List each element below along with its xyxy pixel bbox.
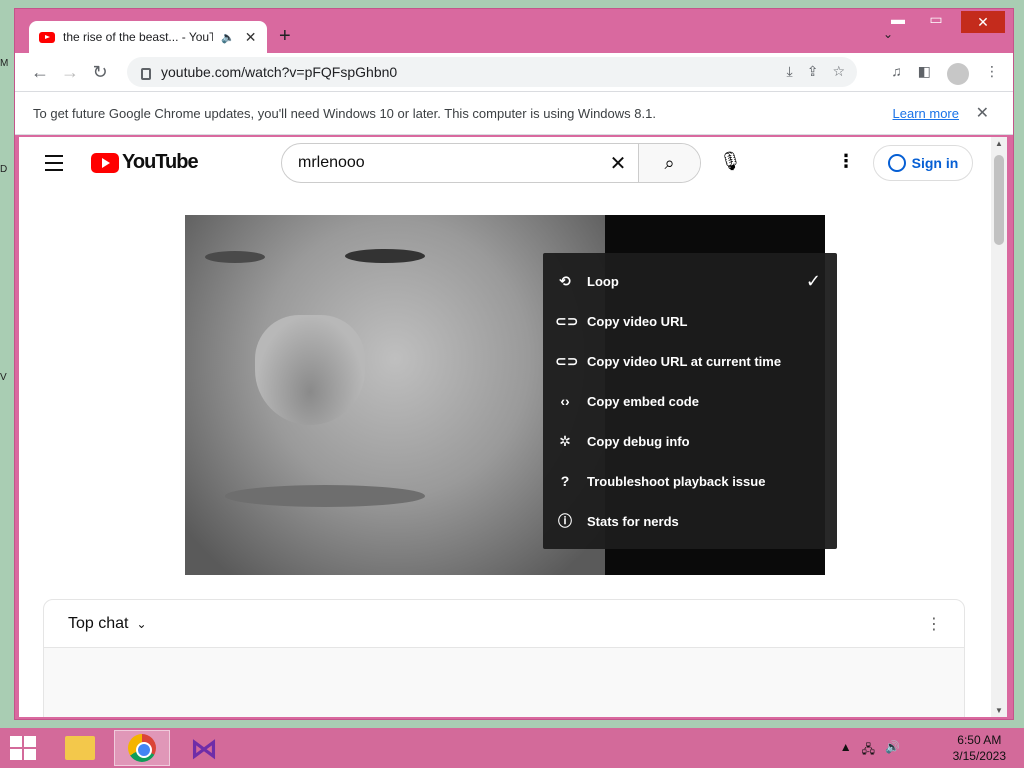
scrollbar-thumb[interactable]: [994, 155, 1004, 245]
lock-icon[interactable]: [141, 68, 151, 80]
youtube-play-icon: [91, 152, 119, 173]
forward-arrow-icon[interactable]: →: [55, 62, 85, 83]
youtube-favicon-icon: [39, 31, 55, 43]
chat-body: [44, 648, 964, 717]
desktop-icon-label[interactable]: M: [0, 58, 14, 69]
menu-item-copy-url[interactable]: ⊂⊃ Copy video URL: [543, 301, 837, 341]
clock[interactable]: 6:50 AM 3/15/2023: [953, 732, 1006, 764]
menu-item-label: Troubleshoot playback issue: [587, 473, 766, 489]
top-chat-dropdown[interactable]: Top chat: [68, 615, 128, 633]
chat-header: Top chat ⌄ ⋮: [44, 600, 964, 648]
search-input[interactable]: mrlenooo: [282, 154, 598, 172]
guide-menu-icon[interactable]: [45, 155, 63, 176]
visual-studio-icon: ⋈: [190, 732, 218, 764]
network-icon[interactable]: 🖧: [862, 740, 875, 761]
learn-more-link[interactable]: Learn more: [893, 106, 959, 121]
video-context-menu: ⟲ Loop ✓ ⊂⊃ Copy video URL ⊂⊃ Copy video…: [543, 253, 837, 549]
scroll-up-icon[interactable]: ▲: [995, 139, 1003, 148]
scroll-down-icon[interactable]: ▼: [995, 706, 1003, 715]
install-icon[interactable]: ⤓: [787, 63, 793, 79]
search-box: mrlenooo ✕ ⌕: [281, 143, 701, 183]
menu-item-stats[interactable]: ⓘ Stats for nerds: [543, 501, 837, 541]
youtube-page: YouTube mrlenooo ✕ ⌕ 🎙 ⋮ Sign in ⟲ Loop …: [19, 137, 991, 717]
tab-close-icon[interactable]: ✕: [245, 29, 257, 46]
settings-more-icon[interactable]: ⋮: [837, 151, 855, 172]
menu-item-label: Copy video URL at current time: [587, 353, 782, 369]
desktop-icon-label[interactable]: V: [0, 372, 14, 383]
bug-icon: ✲: [559, 432, 571, 449]
tab-search-chevron-icon[interactable]: ⌄: [883, 27, 893, 41]
taskbar: ⋈ ▲ 🖧 🔊 6:50 AM 3/15/2023: [0, 728, 1024, 768]
sign-in-button[interactable]: Sign in: [873, 145, 973, 181]
user-circle-icon: [887, 154, 906, 172]
reload-icon[interactable]: ↻: [85, 62, 115, 83]
system-tray: ▲ 🖧 🔊: [840, 740, 900, 761]
new-tab-button[interactable]: +: [279, 25, 291, 48]
tray-expand-icon[interactable]: ▲: [840, 740, 852, 761]
menu-item-loop[interactable]: ⟲ Loop ✓: [543, 261, 837, 301]
chrome-taskbar-button[interactable]: [114, 730, 170, 766]
clock-date: 3/15/2023: [952, 749, 1006, 763]
bookmark-star-icon[interactable]: ☆: [832, 63, 845, 79]
clock-time: 6:50 AM: [957, 733, 1002, 747]
live-chat-panel: Top chat ⌄ ⋮: [43, 599, 965, 717]
toolbar-right: ♫ ◧ ⋮: [891, 63, 999, 85]
link-icon: ⊂⊃: [555, 312, 579, 329]
browser-toolbar: ← → ↻ youtube.com/watch?v=pFQFspGhbn0 ⤓ ⇪…: [15, 53, 1013, 91]
desktop-icon-label[interactable]: D: [0, 164, 14, 175]
help-icon: ?: [560, 473, 570, 489]
microphone-icon[interactable]: 🎙: [719, 151, 742, 172]
menu-item-copy-debug[interactable]: ✲ Copy debug info: [543, 421, 837, 461]
media-controls-icon[interactable]: ♫: [891, 63, 902, 85]
loop-icon: ⟲: [559, 272, 571, 289]
url-text[interactable]: youtube.com/watch?v=pFQFspGhbn0: [161, 64, 397, 80]
minimize-button[interactable]: ▬: [883, 11, 913, 27]
menu-item-label: Copy debug info: [587, 433, 690, 449]
folder-icon: [65, 736, 95, 760]
sign-in-label: Sign in: [911, 155, 959, 171]
menu-item-label: Copy embed code: [587, 393, 699, 409]
tab-title: the rise of the beast... - YouT: [63, 30, 213, 44]
share-icon[interactable]: ⇪: [807, 63, 819, 79]
chrome-window: the rise of the beast... - YouT 🔈 ✕ + ⌄ …: [14, 8, 1014, 720]
menu-item-troubleshoot[interactable]: ? Troubleshoot playback issue: [543, 461, 837, 501]
volume-icon[interactable]: 🔊: [885, 740, 900, 761]
tab-strip: the rise of the beast... - YouT 🔈 ✕ + ⌄ …: [15, 9, 1013, 53]
menu-item-label: Loop: [587, 273, 619, 289]
youtube-logo-text: YouTube: [122, 151, 199, 173]
code-icon: ‹›: [560, 393, 570, 409]
menu-item-copy-embed[interactable]: ‹› Copy embed code: [543, 381, 837, 421]
menu-item-label: Stats for nerds: [587, 513, 679, 529]
omnibox-actions: ⤓ ⇪ ☆: [773, 63, 846, 80]
back-arrow-icon[interactable]: ←: [25, 62, 55, 83]
chrome-menu-icon[interactable]: ⋮: [985, 63, 999, 85]
maximize-button[interactable]: ▭: [921, 11, 951, 28]
youtube-logo[interactable]: YouTube: [91, 151, 199, 174]
menu-item-label: Copy video URL: [587, 313, 688, 329]
speaker-icon[interactable]: 🔈: [221, 31, 235, 44]
file-explorer-button[interactable]: [52, 730, 108, 766]
page-scrollbar[interactable]: ▲ ▼: [991, 137, 1007, 717]
visual-studio-button[interactable]: ⋈: [176, 730, 232, 766]
start-button[interactable]: [10, 736, 36, 760]
search-button[interactable]: ⌕: [638, 144, 700, 182]
chrome-icon: [128, 734, 156, 762]
checkmark-icon: ✓: [805, 270, 821, 291]
close-window-button[interactable]: ✕: [961, 11, 1005, 33]
clear-search-icon[interactable]: ✕: [598, 151, 638, 176]
profile-avatar-icon[interactable]: [947, 63, 969, 85]
update-infobar: To get future Google Chrome updates, you…: [15, 91, 1013, 135]
side-panel-icon[interactable]: ◧: [918, 63, 931, 85]
info-icon: ⓘ: [558, 513, 572, 529]
chevron-down-icon[interactable]: ⌄: [136, 617, 146, 631]
link-icon: ⊂⊃: [555, 352, 579, 369]
browser-tab[interactable]: the rise of the beast... - YouT 🔈 ✕: [29, 21, 267, 53]
chat-more-icon[interactable]: ⋮: [926, 614, 942, 634]
infobar-close-icon[interactable]: ✕: [976, 103, 989, 123]
infobar-message: To get future Google Chrome updates, you…: [33, 105, 656, 121]
video-frame: [185, 215, 605, 575]
menu-item-copy-url-time[interactable]: ⊂⊃ Copy video URL at current time: [543, 341, 837, 381]
address-bar[interactable]: youtube.com/watch?v=pFQFspGhbn0 ⤓ ⇪ ☆: [127, 57, 857, 87]
